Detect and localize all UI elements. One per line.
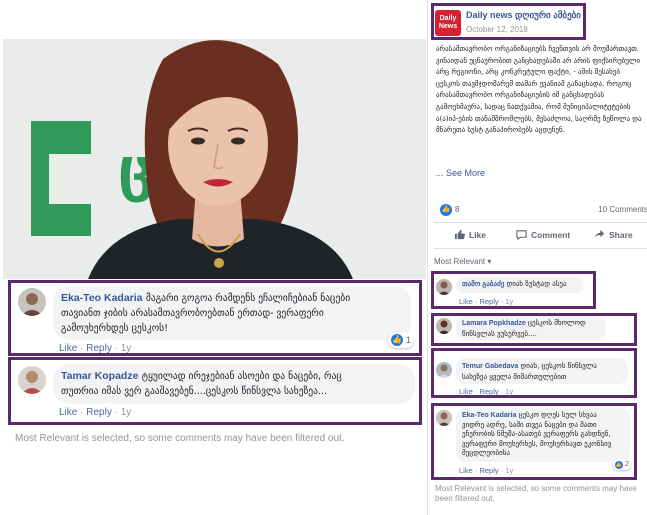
like-reaction-icon: 👍 <box>391 334 403 346</box>
filter-notice: Most Relevant is selected, so some comme… <box>435 484 637 503</box>
avatar[interactable] <box>436 362 452 378</box>
see-more-link[interactable]: ... See More <box>436 168 485 178</box>
comment-text: სახეზეა ყველა მიმართულებით <box>462 373 567 381</box>
reply-link[interactable]: Reply <box>479 297 498 306</box>
comment-time[interactable]: 1y <box>505 466 513 475</box>
daily-news-logo[interactable]: Daily News <box>435 10 461 36</box>
like-link[interactable]: Like <box>59 343 77 354</box>
comment-actions: Like · Reply · 1y <box>59 343 132 354</box>
post-photo[interactable]: ცეს <box>3 39 426 279</box>
like-reaction-icon: 👍 <box>615 460 623 469</box>
like-button[interactable]: Like <box>454 229 486 240</box>
share-icon <box>594 229 605 239</box>
like-link[interactable]: Like <box>459 297 473 306</box>
comment-bubble: Eka-Teo Kadaria ცესკო დღეს სულ სხვაა ვიდ… <box>456 408 630 462</box>
comment-text: თუთრია იმას ვერ გააშავებენ....ცესკოს წინ… <box>61 386 327 397</box>
comment-actions: Like · Reply · 1y <box>59 407 132 418</box>
post-date[interactable]: October 12, 2018 <box>466 25 528 34</box>
avatar[interactable] <box>436 410 452 426</box>
comment-text: მაგარი გოგოა რამდენს ეჩალიჩებიან ნაცები <box>145 293 351 304</box>
reply-link[interactable]: Reply <box>479 466 498 475</box>
comment-author[interactable]: თამო გაბაძე <box>462 281 504 288</box>
thumbs-up-icon <box>454 229 465 240</box>
filter-notice: Most Relevant is selected, so some comme… <box>15 433 345 444</box>
reply-link[interactable]: Reply <box>479 387 498 396</box>
avatar[interactable] <box>18 288 46 316</box>
comment-author[interactable]: Eka-Teo Kadaria <box>462 412 516 419</box>
reaction-number: 2 <box>625 461 629 468</box>
comment-actions: Like · Reply · 1y <box>459 387 514 396</box>
comment-actions: Like · Reply · 1y <box>459 297 514 306</box>
comments-count[interactable]: 10 Comments <box>598 205 647 214</box>
woman-portrait <box>88 40 353 279</box>
comment-text: თავიანთ ჯიბის არასამთავრობოებთან ერთად- … <box>61 308 324 319</box>
share-button[interactable]: Share <box>594 229 633 240</box>
reply-link[interactable]: Reply <box>86 343 112 354</box>
comment-text: ეჩერობის ნმუშა-ასათებ ვერაფერს გახდნენ, <box>462 430 611 439</box>
comment-time[interactable]: 1y <box>505 387 513 396</box>
comment-actions: Like · Reply · 1y <box>459 466 514 475</box>
sort-comments-dropdown[interactable]: Most Relevant ▾ <box>434 257 491 266</box>
comment-text: გამოუხერხდეს ცესკოს! <box>61 323 168 334</box>
comment-text: ვერაფერი მოუხერხეს, მოუხერხავთ ეკონსივ <box>462 439 612 448</box>
comment-text: მეცდლეობისა <box>462 449 510 458</box>
comment-bubble: Temur Gabedava დიახ, ცესკოს წინსვლა სახე… <box>456 358 628 384</box>
comment-text: წინსვლას ვუსურვებ.... <box>462 330 537 338</box>
comment-text: ცესკოს მხოლოდ <box>528 319 586 327</box>
avatar[interactable] <box>18 366 46 394</box>
comment-time[interactable]: 1y <box>121 343 132 354</box>
comment-author[interactable]: Temur Gabedava <box>462 363 518 370</box>
page-name-link[interactable]: Daily news დღიური ამბები <box>466 10 581 21</box>
comment-author[interactable]: Lamara Popkhadze <box>462 320 526 327</box>
like-reaction-icon: 👍 <box>440 204 452 216</box>
avatar[interactable] <box>436 318 452 334</box>
post-panel: Daily News Daily news დღიური ამბები Octo… <box>427 0 647 515</box>
like-link[interactable]: Like <box>459 466 473 475</box>
comment-bubble: Eka-Teo Kadaria მაგარი გოგოა რამდენს ეჩა… <box>53 286 411 340</box>
reactions-summary: 👍 8 10 Comments <box>434 203 647 219</box>
comment-text: დიახ ზუსტად ასეა <box>506 280 567 288</box>
post-body-text: არასამთავრობო ორგანიზაციებს ჩვენთვის არ … <box>436 45 642 135</box>
comment-button[interactable]: Comment <box>516 229 570 240</box>
comment-text: ვიდრე ადრე, სამი თვეა ნაცები და მათი <box>462 420 597 429</box>
comment-time[interactable]: 1y <box>505 297 513 306</box>
comment-text: დიახ, ცესკოს წინსვლა <box>520 362 597 370</box>
reply-link[interactable]: Reply <box>86 407 112 418</box>
reaction-count[interactable]: 👍 1 <box>388 332 415 348</box>
comment-text: ცესკო დღეს სულ სხვაა <box>518 411 597 419</box>
screenshot-root: ცეს <box>0 0 647 515</box>
comment-text: ტყუილად ირეჯებიან ასოები და ნაცები, რაც <box>141 371 342 382</box>
reaction-count[interactable]: 👍 2 <box>613 459 631 470</box>
comment-author[interactable]: Tamar Kopadze <box>61 370 138 382</box>
divider <box>434 248 647 249</box>
likes-count[interactable]: 8 <box>455 205 459 214</box>
comment-time[interactable]: 1y <box>121 407 132 418</box>
reaction-number: 1 <box>406 335 412 345</box>
like-link[interactable]: Like <box>59 407 77 418</box>
comment-bubble: თამო გაბაძე დიახ ზუსტად ასეა <box>456 277 584 293</box>
comment-icon <box>516 230 527 240</box>
divider <box>434 222 647 223</box>
comment-bubble: Lamara Popkhadze ცესკოს მხოლოდ წინსვლას … <box>456 316 606 340</box>
avatar[interactable] <box>436 279 452 295</box>
comment-bubble: Tamar Kopadze ტყუილად ირეჯებიან ასოები დ… <box>53 364 415 404</box>
comment-author[interactable]: Eka-Teo Kadaria <box>61 292 143 304</box>
like-link[interactable]: Like <box>459 387 473 396</box>
left-comments-section: Eka-Teo Kadaria მაგარი გოგოა რამდენს ეჩა… <box>3 280 426 450</box>
